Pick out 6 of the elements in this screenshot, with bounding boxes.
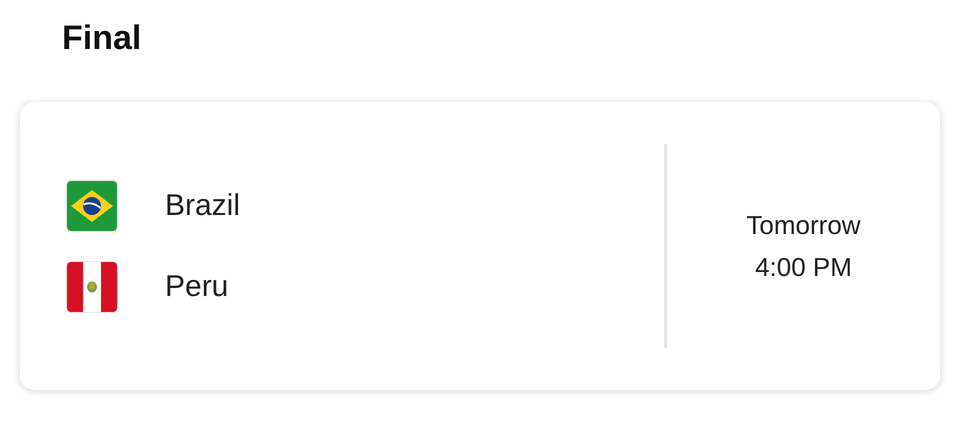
team-name: Peru xyxy=(165,269,228,305)
match-time: Tomorrow 4:00 PM xyxy=(746,209,861,284)
flag-icon xyxy=(67,180,117,230)
flag-icon xyxy=(67,262,117,312)
team-name: Brazil xyxy=(165,188,240,224)
section-title: Final xyxy=(62,18,142,59)
